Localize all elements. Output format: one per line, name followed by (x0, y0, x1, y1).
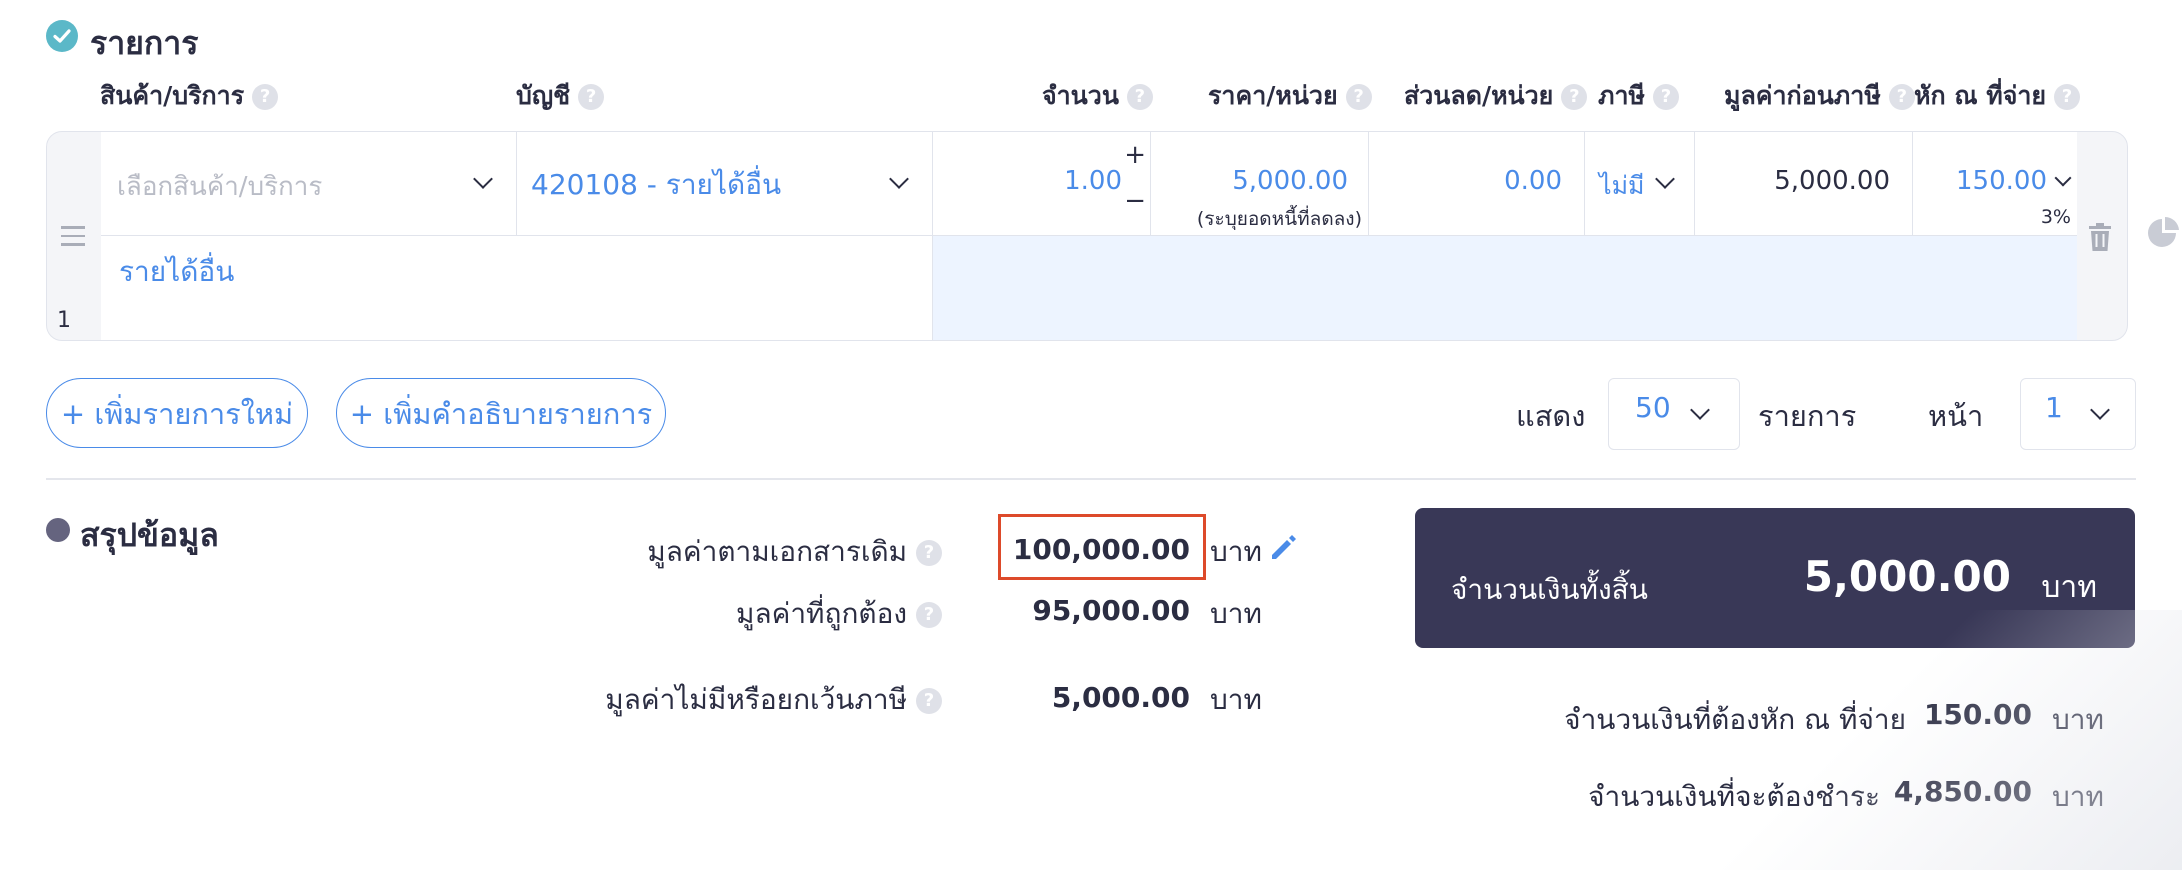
withholding-total-value: 150.00 (1923, 698, 2032, 731)
help-icon[interactable]: ? (578, 84, 605, 110)
increment-button[interactable]: + (1124, 140, 1146, 170)
col-pre-tax: มูลค่าก่อนภาษี? (1724, 76, 1915, 116)
item-row: 1 เลือกสินค้า/บริการ 420108 - รายได้อื่น… (46, 131, 2128, 341)
col-quantity: จำนวน? (1042, 76, 1153, 116)
chevron-down-icon (1690, 400, 1710, 420)
description-text: รายได้อื่น (119, 255, 235, 288)
page-value: 1 (2045, 391, 2063, 424)
product-select[interactable]: เลือกสินค้า/บริการ (101, 132, 517, 236)
help-icon[interactable]: ? (1345, 84, 1372, 110)
withholding-select[interactable]: 150.00 3% (1913, 132, 2077, 236)
withholding-total-label: จำนวนเงินที่ต้องหัก ณ ที่จ่าย (1564, 703, 1906, 736)
show-label: แสดง (1516, 399, 1586, 433)
unit-price-value: 5,000.00 (1232, 166, 1348, 196)
chevron-down-icon (1655, 169, 1675, 189)
grand-total-label: จำนวนเงินทั้งสิ้น (1451, 573, 1648, 606)
chevron-down-icon (889, 169, 909, 189)
correct-value-label: มูลค่าที่ถูกต้อง ? (736, 592, 942, 636)
check-circle-icon (46, 20, 78, 52)
no-tax-value: 5,000.00 (1051, 681, 1190, 714)
payable-total-unit: บาท (2052, 780, 2104, 813)
withholding-rate: 3% (2040, 206, 2071, 228)
per-page-select[interactable]: 50 (1608, 378, 1740, 450)
pie-chart-icon[interactable] (2146, 215, 2182, 255)
help-icon[interactable]: ? (916, 540, 942, 566)
items-label: รายการ (1758, 399, 1857, 433)
correct-value-unit: บาท (1210, 597, 1262, 630)
chevron-down-icon (2090, 400, 2110, 420)
tax-value: ไม่มี (1599, 171, 1645, 200)
summary-title: สรุปข้อมูล (80, 516, 219, 554)
page-select[interactable]: 1 (2020, 378, 2136, 450)
account-select[interactable]: 420108 - รายได้อื่น (517, 132, 933, 236)
per-page-value: 50 (1635, 391, 1671, 424)
col-unit-price: ราคา/หน่วย? (1208, 76, 1372, 116)
col-tax: ภาษี? (1598, 76, 1679, 116)
quantity-value: 1.00 (1064, 166, 1122, 196)
quantity-stepper[interactable]: 1.00 + − (933, 132, 1151, 236)
page-label: หน้า (1928, 399, 1984, 433)
no-tax-value-label: มูลค่าไม่มีหรือยกเว้นภาษี ? (605, 678, 942, 722)
payable-total-label: จำนวนเงินที่จะต้องชำระ (1588, 780, 1880, 813)
no-tax-value-unit: บาท (1210, 683, 1262, 716)
help-icon[interactable]: ? (916, 688, 942, 714)
description-field[interactable]: รายได้อื่น (101, 236, 933, 340)
help-icon[interactable]: ? (1653, 84, 1679, 110)
drag-handle-icon[interactable] (61, 226, 85, 246)
withholding-value: 150.00 (1956, 166, 2047, 196)
help-icon[interactable]: ? (2054, 84, 2081, 110)
correct-value: 95,000.00 (1032, 594, 1190, 627)
row-detail-highlight (933, 236, 2077, 340)
help-icon[interactable]: ? (916, 602, 942, 628)
withholding-total-unit: บาท (2052, 703, 2104, 736)
payable-total-value: 4,850.00 (1893, 775, 2032, 808)
original-value-unit: บาท (1210, 535, 1262, 568)
pre-tax-value: 5,000.00 (1774, 166, 1890, 196)
grand-total-value: 5,000.00 (1803, 552, 2011, 601)
product-placeholder: เลือกสินค้า/บริการ (117, 172, 323, 202)
help-icon[interactable]: ? (1888, 84, 1915, 110)
grand-total-unit: บาท (2041, 570, 2097, 605)
chevron-down-icon (473, 169, 493, 189)
tax-select[interactable]: ไม่มี (1585, 132, 1695, 236)
help-icon[interactable]: ? (1126, 84, 1153, 110)
unit-price-field[interactable]: 5,000.00 (ระบุยอดหนี้ที่ลดลง) (1151, 132, 1369, 236)
original-value: 100,000.00 (1012, 533, 1190, 566)
account-value: 420108 - รายได้อื่น (531, 168, 782, 201)
col-withholding: หัก ณ ที่จ่าย? (1914, 76, 2081, 116)
trash-icon[interactable] (2087, 222, 2113, 256)
pre-tax-value-cell: 5,000.00 (1695, 132, 1913, 236)
help-icon[interactable]: ? (252, 84, 279, 110)
discount-field[interactable]: 0.00 (1369, 132, 1585, 236)
decrement-button[interactable]: − (1124, 186, 1146, 216)
discount-value: 0.00 (1504, 166, 1562, 196)
add-item-button[interactable]: + เพิ่มรายการใหม่ (46, 378, 308, 448)
summary-dot-icon (46, 518, 70, 542)
help-icon[interactable]: ? (1561, 84, 1588, 110)
row-number: 1 (57, 308, 71, 333)
items-section-title: รายการ (90, 24, 199, 62)
chevron-down-icon (2054, 169, 2072, 187)
add-description-button[interactable]: + เพิ่มคำอธิบายรายการ (336, 378, 666, 448)
col-product: สินค้า/บริการ? (100, 76, 279, 116)
col-discount: ส่วนลด/หน่วย? (1404, 76, 1588, 116)
divider (46, 478, 2136, 480)
grand-total-panel: จำนวนเงินทั้งสิ้น 5,000.00 บาท (1415, 508, 2135, 648)
col-account: บัญชี? (516, 76, 605, 116)
original-value-label: มูลค่าตามเอกสารเดิม ? (647, 530, 942, 574)
pencil-icon[interactable] (1268, 531, 1300, 567)
unit-price-note: (ระบุยอดหนี้ที่ลดลง) (1196, 208, 1362, 230)
